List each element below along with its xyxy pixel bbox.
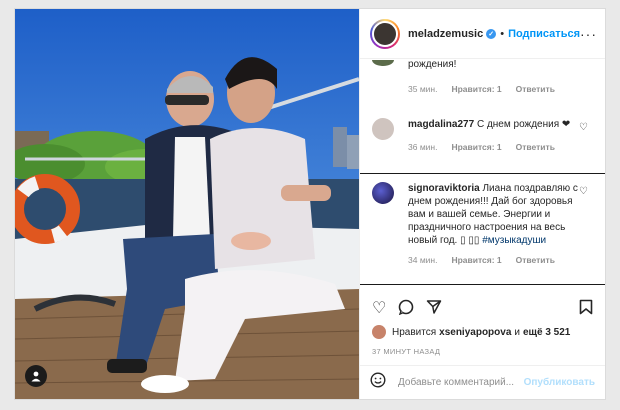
comment-time[interactable]: 35 мин.: [408, 83, 437, 96]
comment-avatar[interactable]: [372, 118, 394, 140]
comment-icon[interactable]: [398, 299, 414, 319]
comment-likes[interactable]: Нравится: 1: [451, 254, 501, 267]
reply-button[interactable]: Ответить: [516, 83, 555, 96]
author-username[interactable]: meladzemusic ✓: [408, 28, 497, 40]
separator-dot: •: [500, 27, 505, 40]
comment-item-highlighted: signoraviktoria Лиана поздравляю с днем …: [360, 173, 605, 285]
post-card: meladzemusic ✓ • Подписаться ··· рождения…: [14, 8, 606, 400]
comment-input[interactable]: Добавьте комментарий...: [398, 377, 524, 388]
hashtag-link[interactable]: #музыкадуши: [482, 235, 546, 246]
comment-text: рождения!: [408, 60, 457, 70]
emoji-icon[interactable]: [370, 372, 386, 393]
verified-badge-icon: ✓: [486, 28, 497, 39]
post-timestamp[interactable]: 37 МИНУТ НАЗАД: [372, 347, 440, 356]
post-side-panel: meladzemusic ✓ • Подписаться ··· рождения…: [359, 9, 605, 399]
reply-button[interactable]: Ответить: [516, 141, 555, 154]
heart-icon[interactable]: ♡: [579, 122, 595, 154]
comment-username[interactable]: signoraviktoria: [408, 183, 480, 194]
likes-count[interactable]: ещё 3 521: [523, 327, 570, 338]
liker-avatar[interactable]: [372, 325, 386, 339]
comment-username[interactable]: magdalina277: [408, 119, 474, 130]
likes-prefix: Нравится: [392, 326, 437, 338]
comment-item: рождения! 35 мин. Нравится: 1 Ответить: [360, 60, 605, 96]
heart-icon[interactable]: ♡: [579, 186, 595, 284]
comment-likes[interactable]: Нравится: 1: [451, 83, 501, 96]
comment-avatar[interactable]: [372, 182, 394, 204]
post-header: meladzemusic ✓ • Подписаться ···: [360, 9, 605, 59]
author-avatar[interactable]: [370, 18, 400, 49]
comment-item: magdalina277 С днем рождения ❤ 36 мин. Н…: [360, 118, 605, 154]
user-tag-icon[interactable]: [25, 365, 47, 387]
more-options-icon[interactable]: ···: [580, 26, 597, 42]
liker-username[interactable]: xseniyapopova: [439, 327, 511, 338]
likes-and: и: [514, 326, 520, 338]
comment-text: С днем рождения ❤: [476, 119, 571, 130]
share-icon[interactable]: [426, 299, 442, 319]
bookmark-icon[interactable]: [579, 299, 593, 319]
likes-summary: Нравится xseniyapopova и ещё 3 521: [372, 325, 573, 339]
comment-time[interactable]: 36 мин.: [408, 141, 437, 154]
post-actions: ♡: [360, 295, 605, 323]
comment-time[interactable]: 34 мин.: [408, 254, 437, 267]
post-photo[interactable]: [15, 9, 359, 399]
comments-list[interactable]: рождения! 35 мин. Нравится: 1 Ответить m…: [360, 60, 605, 290]
reply-button[interactable]: Ответить: [516, 254, 555, 267]
heart-icon[interactable]: ♡: [372, 301, 386, 317]
comment-likes[interactable]: Нравится: 1: [451, 141, 501, 154]
comment-avatar[interactable]: [372, 60, 394, 66]
publish-button[interactable]: Опубликовать: [524, 377, 595, 388]
follow-button[interactable]: Подписаться: [508, 28, 580, 40]
add-comment-bar: Добавьте комментарий... Опубликовать: [360, 365, 605, 399]
